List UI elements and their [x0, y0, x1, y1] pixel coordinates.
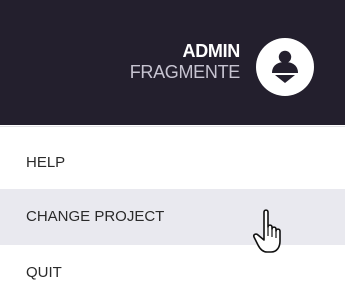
user-name: ADMIN: [182, 41, 241, 61]
user-icon: [272, 50, 298, 83]
menu-item-label: QUIT: [26, 264, 62, 281]
user-avatar[interactable]: [256, 38, 314, 96]
hand-pointer-icon: [253, 209, 281, 253]
user-organization: FRAGMENTE: [129, 62, 241, 82]
user-menu-panel: ADMIN FRAGMENTE HELP CHANGE PROJECT QUIT: [0, 0, 345, 303]
menu-item-label: HELP: [26, 154, 66, 171]
user-info: ADMIN FRAGMENTE: [129, 41, 241, 83]
menu-item-label: CHANGE PROJECT: [26, 208, 165, 225]
user-header: ADMIN FRAGMENTE: [0, 0, 345, 125]
menu-item-help[interactable]: HELP: [0, 135, 345, 191]
